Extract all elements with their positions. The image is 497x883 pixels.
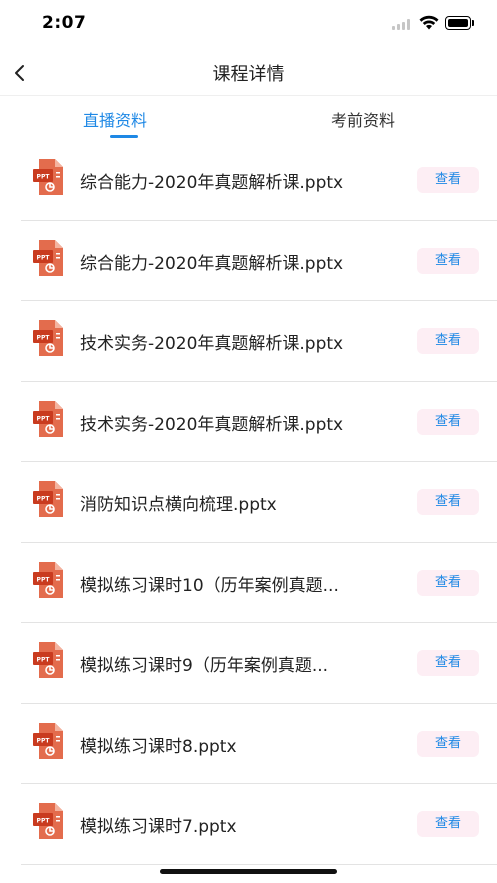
view-button[interactable]: 查看 bbox=[417, 408, 479, 435]
svg-text:PPT: PPT bbox=[37, 576, 51, 583]
file-list-item[interactable]: PPT 模拟练习课时8.pptx 查看 bbox=[0, 704, 497, 785]
file-name: 模拟练习课时10（历年案例真题... bbox=[80, 575, 339, 596]
svg-text:PPT: PPT bbox=[37, 818, 51, 825]
ppt-file-icon: PPT bbox=[32, 561, 64, 599]
svg-text:PPT: PPT bbox=[37, 737, 51, 744]
tab-live-materials[interactable]: 直播资料 bbox=[83, 107, 147, 131]
tab-exam-materials[interactable]: 考前资料 bbox=[331, 107, 395, 131]
view-button[interactable]: 查看 bbox=[417, 569, 479, 596]
file-list-item[interactable]: PPT 综合能力-2020年真题解析课.pptx 查看 bbox=[0, 140, 497, 221]
nav-bar: 课程详情 bbox=[0, 50, 497, 96]
view-button[interactable]: 查看 bbox=[417, 328, 479, 354]
view-button[interactable]: 查看 bbox=[417, 247, 479, 274]
view-button[interactable]: 查看 bbox=[417, 730, 479, 757]
active-tab-indicator bbox=[110, 135, 138, 138]
view-button[interactable]: 查看 bbox=[417, 167, 479, 193]
file-list-item[interactable]: PPT 技术实务-2020年真题解析课.pptx 查看 bbox=[0, 301, 497, 382]
file-list-item[interactable]: PPT 模拟练习课时10（历年案例真题... 查看 bbox=[0, 543, 497, 624]
file-name: 技术实务-2020年真题解析课.pptx bbox=[80, 414, 344, 435]
file-name: 技术实务-2020年真题解析课.pptx bbox=[80, 334, 344, 354]
ppt-file-icon: PPT bbox=[32, 239, 64, 277]
file-list-item[interactable]: PPT 模拟练习课时9（历年案例真题... 查看 bbox=[0, 623, 497, 704]
file-list: PPT 综合能力-2020年真题解析课.pptx 查看 PPT 综合能力-2020年真题… bbox=[0, 140, 497, 865]
home-indicator bbox=[160, 869, 337, 874]
ppt-file-icon: PPT bbox=[32, 641, 64, 679]
file-list-item[interactable]: PPT 模拟练习课时7.pptx 查看 bbox=[0, 784, 497, 865]
file-name: 模拟练习课时9（历年案例真题... bbox=[80, 656, 329, 676]
status-time: 2:07 bbox=[42, 13, 87, 33]
file-name: 综合能力-2020年真题解析课.pptx bbox=[80, 173, 344, 193]
svg-text:PPT: PPT bbox=[37, 335, 51, 342]
ppt-file-icon: PPT bbox=[32, 480, 64, 518]
file-name: 模拟练习课时7.pptx bbox=[80, 817, 237, 837]
ppt-file-icon: PPT bbox=[32, 319, 64, 357]
file-list-item[interactable]: PPT 技术实务-2020年真题解析课.pptx 查看 bbox=[0, 382, 497, 463]
svg-text:PPT: PPT bbox=[37, 657, 51, 664]
view-button[interactable]: 查看 bbox=[417, 811, 479, 837]
page-title: 课程详情 bbox=[212, 64, 285, 85]
status-bar: 2:07 bbox=[0, 0, 497, 50]
file-list-item[interactable]: PPT 综合能力-2020年真题解析课.pptx 查看 bbox=[0, 221, 497, 302]
svg-text:PPT: PPT bbox=[37, 254, 51, 261]
cellular-signal-icon bbox=[392, 19, 410, 30]
file-name: 综合能力-2020年真题解析课.pptx bbox=[80, 253, 344, 274]
view-button[interactable]: 查看 bbox=[417, 489, 479, 515]
tab-bar: 直播资料 考前资料 bbox=[0, 97, 497, 141]
wifi-icon bbox=[419, 15, 439, 30]
ppt-file-icon: PPT bbox=[32, 400, 64, 438]
file-name: 模拟练习课时8.pptx bbox=[80, 736, 237, 757]
svg-text:PPT: PPT bbox=[37, 415, 51, 422]
ppt-file-icon: PPT bbox=[32, 158, 64, 196]
svg-text:PPT: PPT bbox=[37, 174, 51, 181]
view-button[interactable]: 查看 bbox=[417, 650, 479, 676]
ppt-file-icon: PPT bbox=[32, 722, 64, 760]
file-list-item[interactable]: PPT 消防知识点横向梳理.pptx 查看 bbox=[0, 462, 497, 543]
svg-text:PPT: PPT bbox=[37, 496, 51, 503]
battery-icon bbox=[445, 16, 475, 30]
file-name: 消防知识点横向梳理.pptx bbox=[80, 495, 277, 515]
ppt-file-icon: PPT bbox=[32, 802, 64, 840]
